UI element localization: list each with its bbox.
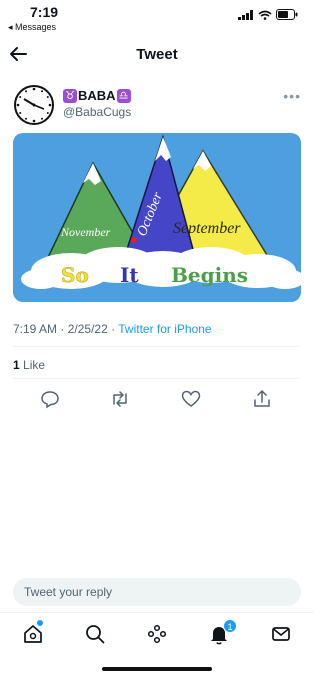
author-display-name: BABA [78,88,116,103]
divider [13,346,301,347]
likes-label: Like [23,358,46,372]
home-new-dot [37,620,43,626]
reply-icon[interactable] [39,388,61,410]
share-icon[interactable] [251,388,273,410]
tweet-image[interactable]: November October September So It Begins [13,133,301,302]
reply-placeholder: Tweet your reply [24,585,113,599]
meta-separator: · [111,322,116,336]
banner-word-so: So [61,263,89,287]
retweet-icon[interactable] [109,388,131,410]
status-bar: 7:19 ◂ Messages [0,0,314,36]
home-indicator[interactable] [102,667,212,671]
author-name[interactable]: ♉ BABA ♎ [63,88,131,103]
messages-icon[interactable] [270,623,292,645]
reply-input[interactable]: Tweet your reply [13,578,301,606]
taurus-icon: ♉ [63,88,77,103]
tweet-date: 2/25/22 [67,322,108,336]
tweet-image-art: November October September So It Begins [13,133,301,302]
label-november: November [60,225,111,239]
page-title: Tweet [136,46,178,63]
tweet-source-link[interactable]: Twitter for iPhone [118,322,211,336]
battery-icon [276,9,298,20]
libra-icon: ♎ [116,88,131,103]
author-handle: @BabaCugs [63,105,132,119]
tweet-author: ♉ BABA ♎ @BabaCugs ••• [13,84,301,128]
status-icons [238,9,298,20]
banner-word-begins: Begins [171,263,248,287]
tab-bar [0,612,314,656]
status-time: 7:19 [30,4,59,20]
tweet-actions [13,388,301,412]
banner-word-it: It [120,263,139,287]
nav-bar: Tweet [0,38,314,72]
avatar[interactable] [13,84,55,126]
tweet-timestamp: 7:19 AM · 2/25/22 · Twitter for iPhone [13,322,212,336]
likes-count[interactable]: 1 Like [13,358,45,372]
divider [13,378,301,379]
more-options-icon[interactable]: ••• [283,88,301,104]
wifi-icon [258,10,272,20]
label-september: September [173,220,241,237]
likes-number: 1 [13,358,20,372]
like-icon[interactable] [180,388,202,410]
signal-icon [238,9,253,20]
notifications-badge: 1 [223,619,237,633]
meta-separator: · [60,322,65,336]
back-to-messages-link[interactable]: ◂ Messages [8,22,56,33]
spaces-icon[interactable] [146,623,168,645]
clock-avatar-icon [14,85,54,125]
tweet-time: 7:19 AM [13,322,58,336]
home-icon[interactable] [22,623,44,645]
search-icon[interactable] [84,623,106,645]
